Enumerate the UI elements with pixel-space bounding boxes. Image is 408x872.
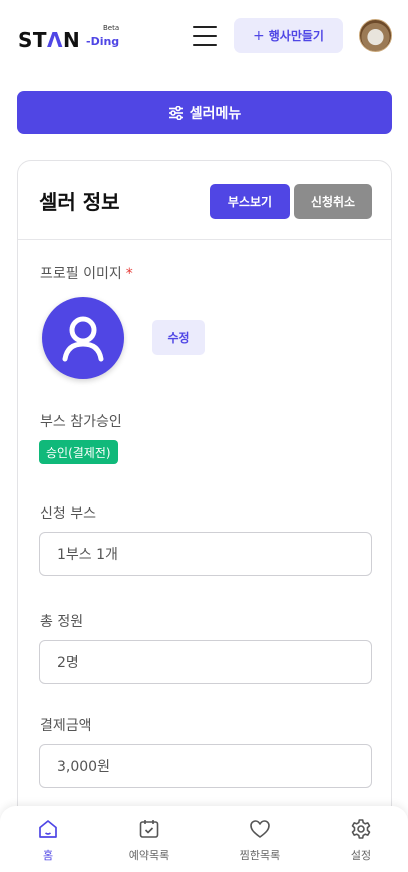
payment-label: 결제금액: [40, 718, 92, 734]
nav-item-home[interactable]: 홈: [8, 818, 88, 866]
booth-field[interactable]: 1부스 1개: [39, 532, 372, 576]
nav-label-settings: 설정: [350, 849, 372, 862]
make-event-button[interactable]: + 행사만들기: [234, 18, 343, 53]
app-header: STΛN -Ding Beta + 행사만들기: [0, 0, 408, 72]
logo-text: STΛN: [18, 28, 81, 52]
payment-field[interactable]: 3,000원: [39, 744, 372, 788]
nav-label-reservations: 예약목록: [128, 849, 170, 862]
nav-label-home: 홈: [42, 849, 54, 862]
edit-profile-button[interactable]: 수정: [152, 320, 205, 355]
nav-label-favorites: 찜한목록: [239, 849, 281, 862]
cancel-application-button[interactable]: 신청취소: [294, 184, 372, 219]
nav-item-reservations[interactable]: 예약목록: [109, 818, 189, 866]
user-icon: [62, 316, 104, 362]
profile-image: [42, 297, 124, 379]
seller-menu-label: 셀러메뉴: [189, 105, 242, 122]
headcount-label: 총 정원: [40, 614, 84, 630]
plus-icon: +: [253, 27, 265, 44]
calendar-check-icon: [139, 820, 159, 838]
card-title: 셀러 정보: [39, 190, 120, 214]
sliders-icon: [168, 105, 183, 120]
required-mark: *: [125, 266, 133, 282]
profile-image-label: 프로필 이미지 *: [40, 266, 133, 282]
menu-icon[interactable]: [193, 26, 217, 46]
approval-label: 부스 참가승인: [40, 414, 122, 430]
bottom-nav: 홈 예약목록 찜한목록 설정: [0, 806, 408, 872]
logo[interactable]: STΛN -Ding Beta: [18, 22, 128, 52]
nav-item-settings[interactable]: 설정: [321, 818, 401, 866]
home-icon: [39, 820, 57, 838]
beta-label: Beta: [103, 24, 120, 32]
headcount-field[interactable]: 2명: [39, 640, 372, 684]
nav-item-favorites[interactable]: 찜한목록: [220, 818, 300, 866]
gear-icon: [351, 819, 371, 839]
logo-sub-text: -Ding: [86, 35, 120, 48]
booth-view-button[interactable]: 부스보기: [210, 184, 290, 219]
seller-info-card: 셀러 정보 부스보기 신청취소 프로필 이미지 * 수정 부스 참가승인 승인(결…: [17, 160, 392, 860]
make-event-label: 행사만들기: [268, 29, 324, 43]
avatar[interactable]: [359, 19, 392, 52]
status-badge: 승인(결제전): [39, 440, 118, 464]
heart-icon: [250, 820, 270, 838]
booth-label: 신청 부스: [40, 506, 96, 522]
card-header: 셀러 정보 부스보기 신청취소: [18, 161, 391, 240]
seller-menu-button[interactable]: 셀러메뉴: [17, 91, 392, 134]
